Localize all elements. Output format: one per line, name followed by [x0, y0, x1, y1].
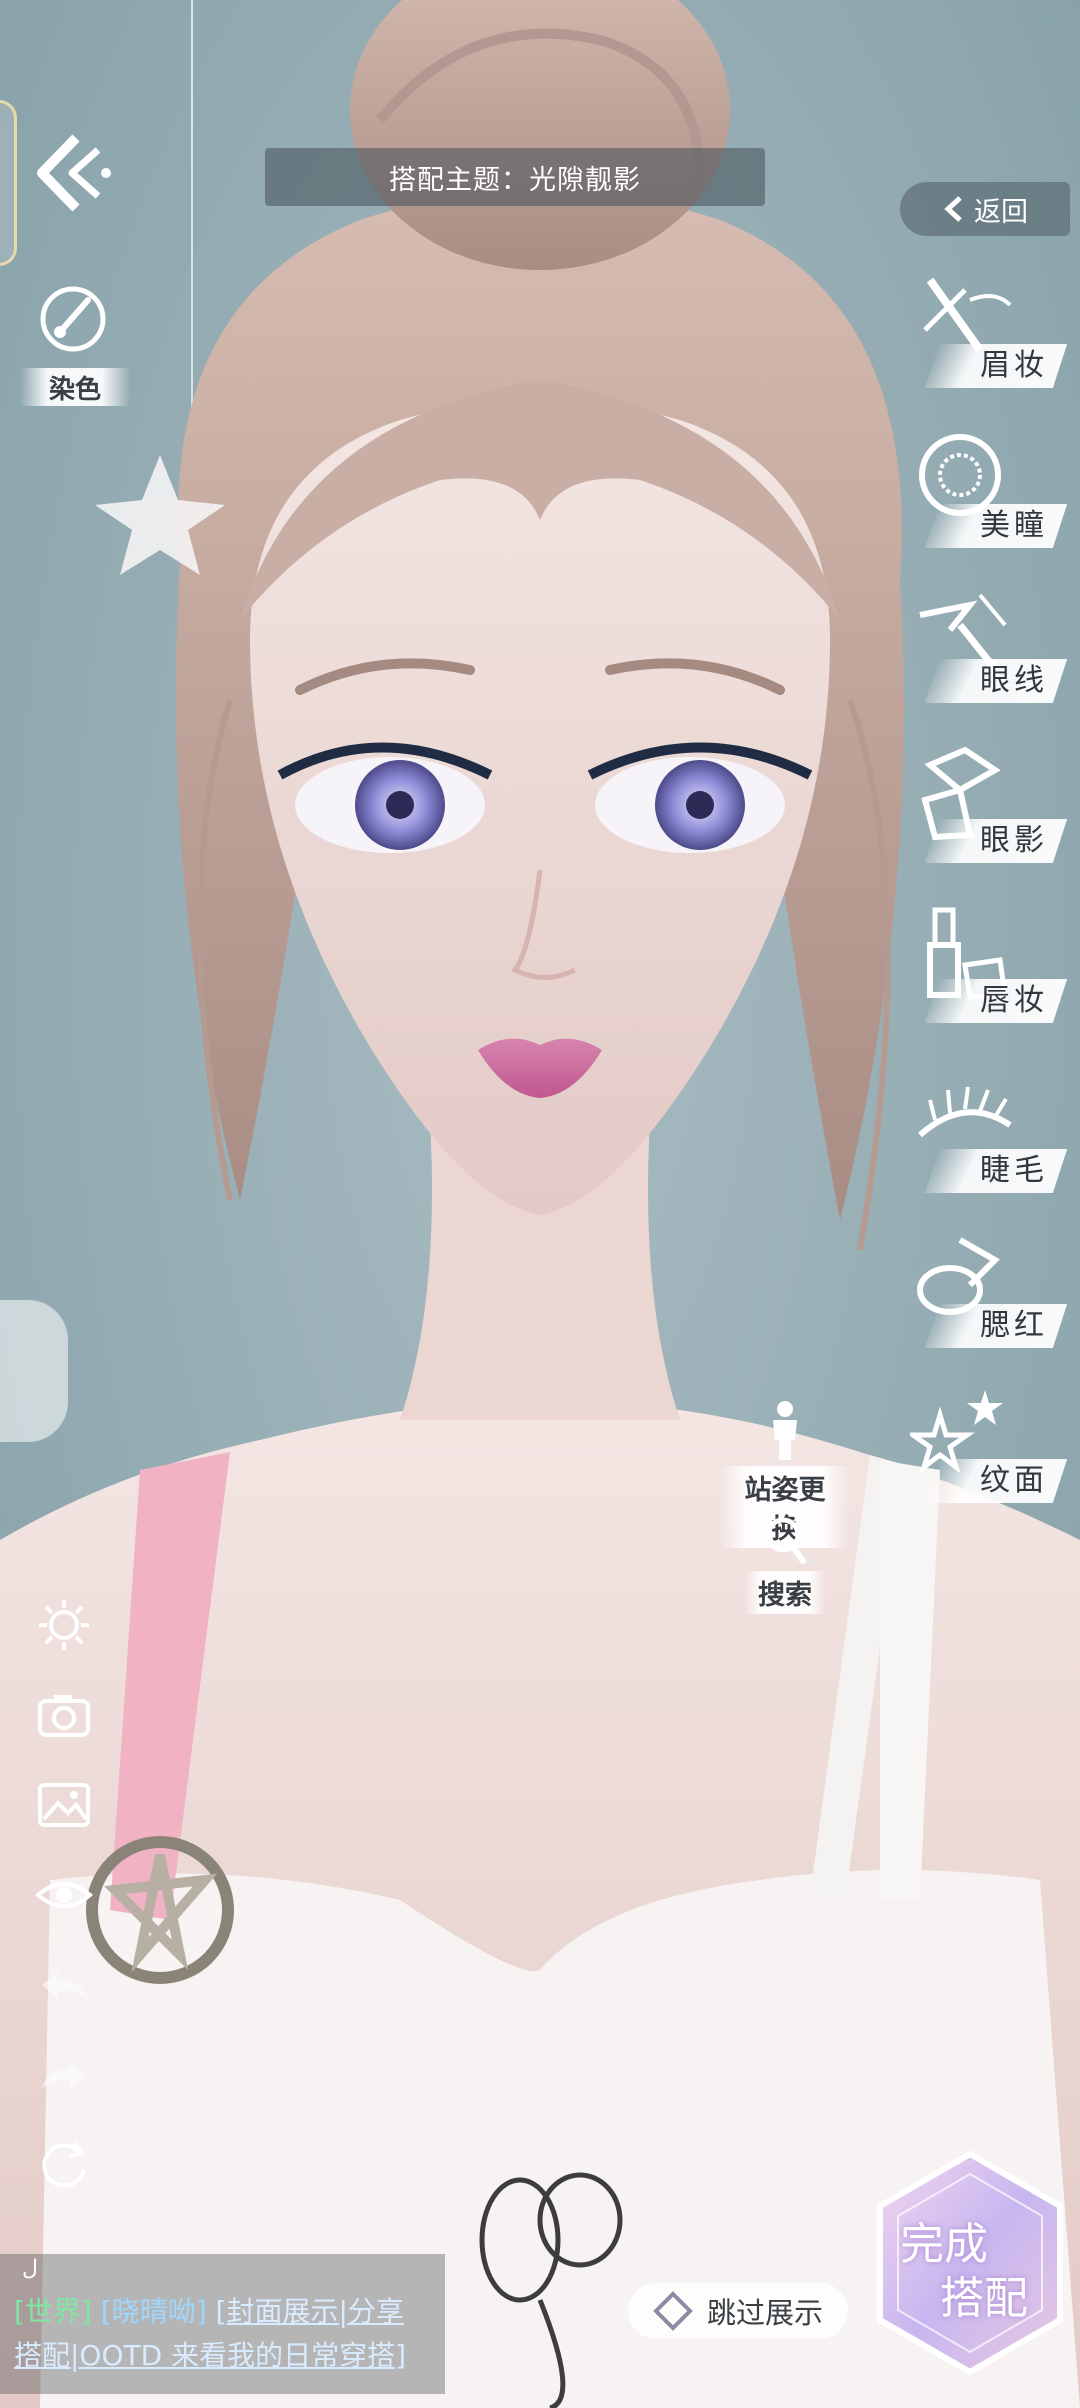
chat-channel-tag: [世界] — [14, 2295, 92, 2328]
makeup-tab-lip[interactable]: 唇妆 — [910, 905, 1068, 1035]
makeup-tab-label: 眼影 — [980, 823, 1048, 858]
chat-username[interactable]: [晓晴呦] — [101, 2295, 207, 2328]
chat-link-part-1[interactable]: [封面展示|分享 — [216, 2295, 404, 2328]
dye-label: 染色 — [20, 368, 130, 406]
finish-label-line-2: 搭配 — [940, 2273, 1028, 2324]
chat-message-line-2: 搭配|OOTD 来看我的日常穿搭] — [14, 2334, 406, 2374]
person-icon — [773, 1401, 797, 1460]
skip-showcase-button[interactable]: 跳过展示 — [628, 2283, 848, 2339]
reset-icon[interactable] — [34, 2135, 94, 2195]
makeup-tab-label: 腮红 — [980, 1308, 1048, 1343]
back-chevron-icon[interactable] — [28, 118, 118, 228]
eye-icon[interactable] — [34, 1865, 94, 1925]
image-icon[interactable] — [34, 1775, 94, 1835]
return-button[interactable]: 返回 — [900, 182, 1070, 236]
dye-button[interactable]: 染色 — [20, 280, 130, 410]
chat-link-part-2[interactable]: 搭配|OOTD 来看我的日常穿搭] — [14, 2339, 406, 2372]
return-label: 返回 — [974, 196, 1028, 228]
makeup-tab-tattoo[interactable]: 纹面 — [910, 1385, 1068, 1515]
left-tool-column — [34, 1595, 94, 2225]
makeup-tab-blush[interactable]: 腮红 — [910, 1230, 1068, 1360]
brightness-icon[interactable] — [34, 1595, 94, 1655]
theme-label: 搭配主题：光隙靓影 — [389, 164, 641, 196]
outfit-theme-banner: 搭配主题：光隙靓影 — [265, 148, 765, 206]
skip-label: 跳过展示 — [706, 2296, 823, 2330]
chat-corner-glyph: ل — [22, 2256, 38, 2281]
makeup-tab-label: 眼线 — [980, 663, 1048, 698]
camera-icon[interactable] — [34, 1685, 94, 1745]
makeup-tab-label: 唇妆 — [980, 983, 1048, 1018]
search-label: 搜索 — [744, 1571, 826, 1614]
finish-outfit-button[interactable]: 完成 搭配 — [870, 2148, 1070, 2378]
undo-icon[interactable] — [34, 1955, 94, 2015]
makeup-tab-lash[interactable]: 睫毛 — [910, 1075, 1068, 1205]
paint-palette-icon — [40, 286, 106, 352]
diamond-icon — [653, 2291, 693, 2331]
left-edge-tab[interactable] — [0, 100, 17, 266]
makeup-tab-label: 睫毛 — [980, 1153, 1048, 1188]
chat-message-line-1: [世界] [晓晴呦] [封面展示|分享 — [14, 2290, 404, 2330]
world-chat-box[interactable]: [世界] [晓晴呦] [封面展示|分享 搭配|OOTD 来看我的日常穿搭] — [0, 2254, 445, 2394]
search-button[interactable]: 搜索 — [720, 1515, 850, 1614]
search-icon — [765, 1517, 806, 1564]
makeup-tab-lens[interactable]: 美瞳 — [910, 430, 1068, 560]
chevron-left-icon — [944, 196, 962, 222]
makeup-tab-label: 美瞳 — [980, 508, 1048, 543]
redo-icon[interactable] — [34, 2045, 94, 2105]
makeup-tab-shadow[interactable]: 眼影 — [910, 745, 1068, 875]
makeup-tab-liner[interactable]: 眼线 — [910, 585, 1068, 715]
game-scene: 搭配主题：光隙靓影 返回 染色 眉妆 美瞳 眼线 眼影 唇妆 睫毛 腮红 纹面 … — [0, 0, 1080, 2408]
makeup-tab-brow[interactable]: 眉妆 — [910, 270, 1068, 400]
makeup-tab-label: 眉妆 — [980, 348, 1048, 383]
makeup-tab-label: 纹面 — [980, 1463, 1048, 1498]
side-drawer-handle[interactable] — [0, 1300, 68, 1442]
